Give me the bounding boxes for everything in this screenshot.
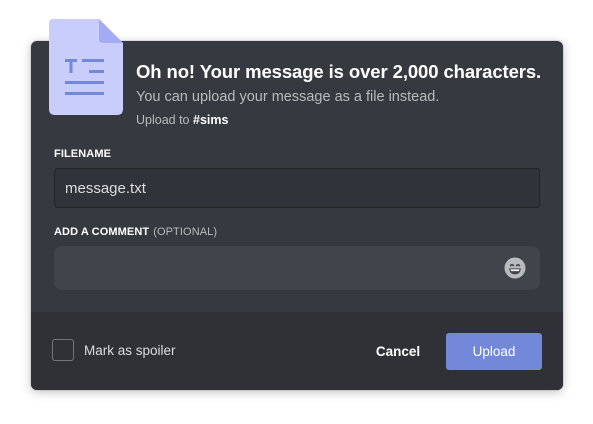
comment-optional-label: (Optional) [153,226,218,238]
channel-name: #sims [193,113,229,127]
spoiler-toggle[interactable]: Mark as spoiler [52,339,176,361]
spoiler-label: Mark as spoiler [84,342,176,358]
modal-footer: Mark as spoiler Cancel Upload [31,312,563,390]
filename-input[interactable] [54,168,540,208]
comment-label-text: Add a comment [54,226,150,238]
comment-label: Add a comment (Optional) [54,226,217,238]
upload-file-modal: Oh no! Your message is over 2,000 charac… [31,19,563,390]
comment-field [54,246,540,290]
comment-input[interactable] [54,246,494,290]
upload-button[interactable]: Upload [446,333,542,370]
grinning-emoji-icon[interactable] [504,257,526,279]
filename-label: Filename [54,148,112,160]
modal-subtitle: You can upload your message as a file in… [136,89,440,105]
upload-to-prefix: Upload to [136,113,190,127]
spoiler-checkbox[interactable] [52,339,74,361]
modal-title: Oh no! Your message is over 2,000 charac… [136,61,542,82]
upload-destination: Upload to #sims [136,113,228,127]
cancel-button[interactable]: Cancel [364,333,432,369]
text-file-icon [49,19,123,115]
